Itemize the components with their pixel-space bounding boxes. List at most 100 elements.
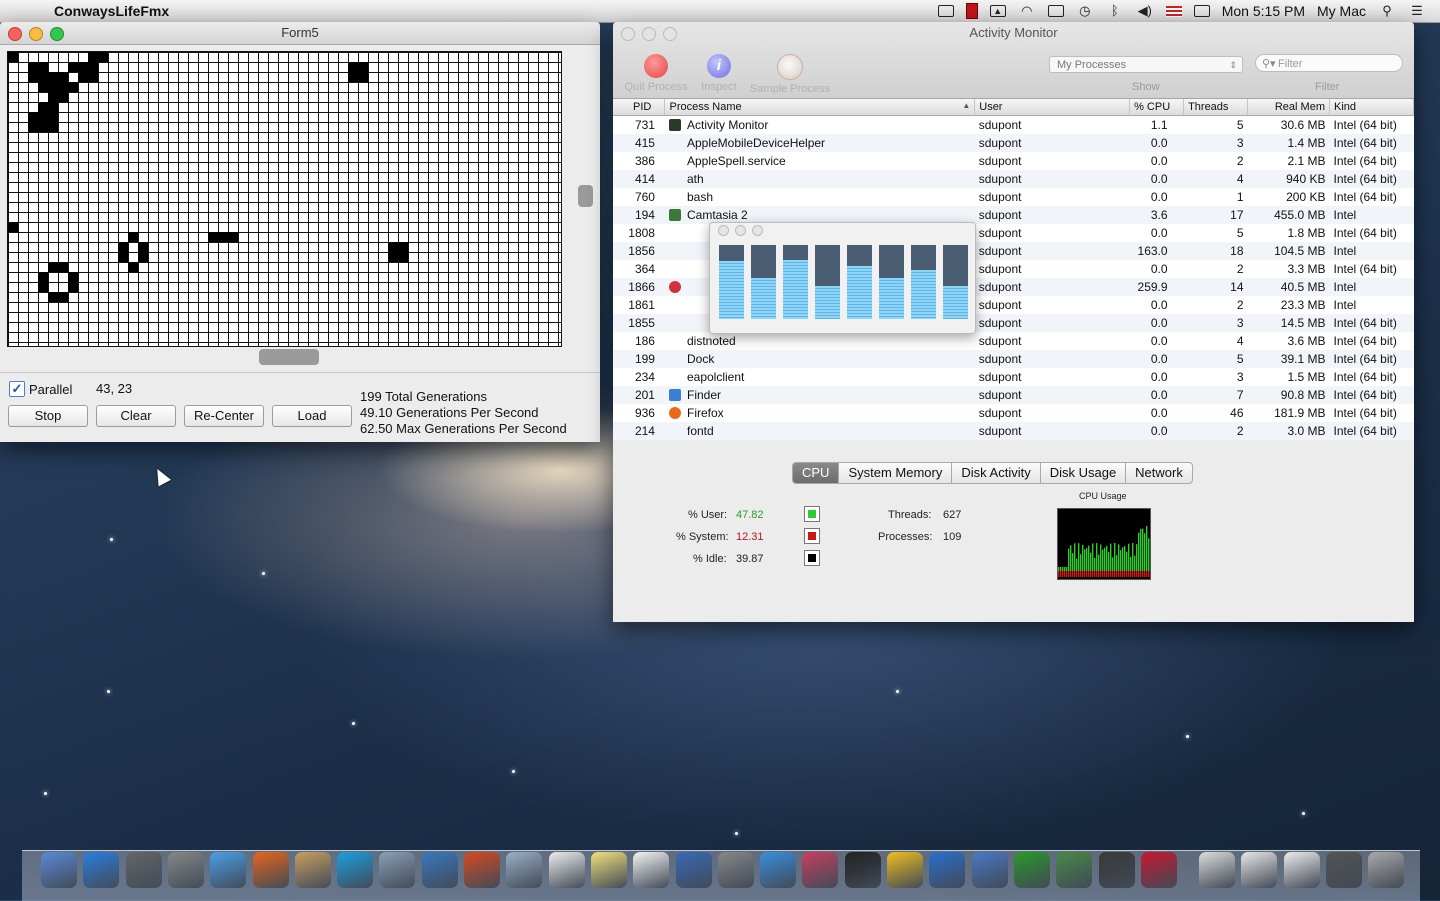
- table-row[interactable]: 186 distnoted sdupont 0.0 4 3.6 MB Intel (64 b…: [613, 332, 1414, 350]
- cpu-user-bar: [1128, 543, 1130, 571]
- screen-mirror-icon[interactable]: [937, 5, 954, 17]
- table-row[interactable]: 201 Finder sdupont 0.0 7 90.8 MB Intel (64 bit…: [613, 386, 1414, 404]
- table-row[interactable]: 214 fontd sdupont 0.0 2 3.0 MB Intel (64 bit): [613, 422, 1414, 440]
- xcode-icon[interactable]: [675, 852, 712, 888]
- word-icon[interactable]: [929, 852, 966, 888]
- meter-minimize-button[interactable]: [735, 225, 746, 236]
- menu-clock[interactable]: Mon 5:15 PM: [1222, 3, 1305, 19]
- window-icon[interactable]: [1283, 852, 1320, 888]
- meter-zoom-button[interactable]: [752, 225, 763, 236]
- table-row[interactable]: 760 bash sdupont 0.0 1 200 KB Intel (64 bit): [613, 188, 1414, 206]
- powerpoint-icon[interactable]: [464, 852, 500, 888]
- stack-icon[interactable]: [1325, 852, 1362, 888]
- sample-process-button[interactable]: Sample Process: [748, 54, 832, 95]
- contacts-icon[interactable]: [294, 852, 331, 888]
- firefox-icon[interactable]: [252, 852, 289, 888]
- close-button[interactable]: [8, 27, 22, 41]
- column-header-cpu[interactable]: % CPU: [1129, 99, 1185, 116]
- app-menu-name[interactable]: ConwaysLifeFmx: [54, 3, 169, 19]
- clear-button[interactable]: Clear: [96, 405, 176, 427]
- idle-color-swatch[interactable]: [804, 550, 820, 566]
- life-grid[interactable]: [7, 51, 562, 347]
- filter-caption: Filter: [1315, 81, 1340, 93]
- document-icon[interactable]: [1199, 852, 1235, 888]
- parallel-checkbox[interactable]: ✓: [9, 381, 25, 397]
- column-header-real-mem[interactable]: Real Mem: [1247, 99, 1330, 116]
- photobooth-icon[interactable]: [802, 852, 839, 888]
- system-info-icon[interactable]: [125, 852, 162, 888]
- time-machine-icon[interactable]: ◷: [1076, 4, 1094, 18]
- activity-monitor-icon[interactable]: [1098, 852, 1135, 888]
- calendar-icon[interactable]: [548, 852, 585, 888]
- quit-process-button[interactable]: Quit Process: [621, 54, 691, 93]
- mail-icon[interactable]: [506, 852, 543, 888]
- trash-icon[interactable]: [1368, 852, 1405, 888]
- load-button[interactable]: Load: [272, 405, 352, 427]
- vertical-scroll-thumb[interactable]: [578, 185, 593, 207]
- alarm-clock-icon[interactable]: [971, 852, 1008, 888]
- virtualbox-icon[interactable]: [421, 852, 458, 888]
- tab-disk-activity[interactable]: Disk Activity: [952, 463, 1041, 483]
- inspect-button[interactable]: i Inspect: [697, 54, 741, 93]
- input-source-flag-icon[interactable]: [1165, 5, 1182, 17]
- file-icon[interactable]: [1241, 852, 1278, 888]
- column-header-threads[interactable]: Threads: [1183, 99, 1249, 116]
- finder-icon[interactable]: [41, 852, 77, 888]
- system-preferences-icon[interactable]: [717, 852, 754, 888]
- filter-search-field[interactable]: ⚲▾ Filter: [1255, 54, 1403, 72]
- tab-network[interactable]: Network: [1126, 463, 1192, 483]
- minimize-button[interactable]: [29, 27, 43, 41]
- table-row[interactable]: 386 AppleSpell.service sdupont 0.0 2 2.1 MB In…: [613, 152, 1414, 170]
- notification-center-icon[interactable]: ☰: [1408, 4, 1426, 18]
- display-icon[interactable]: [1193, 5, 1210, 17]
- tab-cpu[interactable]: CPU: [793, 463, 840, 483]
- form5-titlebar[interactable]: Form5: [0, 22, 600, 45]
- embarcadero-icon[interactable]: [1140, 852, 1177, 888]
- launchpad-icon[interactable]: [167, 852, 204, 888]
- column-header-process-name[interactable]: Process Name ▲: [664, 99, 976, 116]
- volume-icon[interactable]: ◀): [1136, 4, 1154, 18]
- filter-placeholder: Filter: [1278, 58, 1303, 70]
- tab-system-memory[interactable]: System Memory: [839, 463, 953, 483]
- spotlight-icon[interactable]: ⚲: [1378, 4, 1396, 18]
- wifi-icon[interactable]: ◠: [1018, 4, 1036, 18]
- horizontal-scroll-thumb[interactable]: [259, 349, 319, 365]
- battery-icon[interactable]: [1047, 5, 1064, 17]
- table-row[interactable]: 414 ath sdupont 0.0 4 940 KB Intel (64 bit): [613, 170, 1414, 188]
- cell-threads: 18: [1183, 242, 1248, 260]
- meter-close-button[interactable]: [718, 225, 729, 236]
- skype-icon[interactable]: [337, 852, 374, 888]
- excel-icon[interactable]: [1013, 852, 1050, 888]
- stop-button[interactable]: Stop: [8, 405, 88, 427]
- table-row[interactable]: 415 AppleMobileDeviceHelper sdupont 0.0 3 1.4…: [613, 134, 1414, 152]
- terminal-icon[interactable]: [844, 852, 881, 888]
- notes-icon[interactable]: [590, 852, 627, 888]
- user-color-swatch[interactable]: [804, 506, 820, 522]
- column-header-kind[interactable]: Kind: [1329, 99, 1414, 116]
- column-header-pid[interactable]: PID: [613, 99, 666, 116]
- table-row[interactable]: 731 Activity Monitor sdupont 1.1 5 30.6 MB Int…: [613, 115, 1414, 134]
- table-row[interactable]: 936 Firefox sdupont 0.0 46 181.9 MB Intel (64 …: [613, 404, 1414, 422]
- system-color-swatch[interactable]: [804, 528, 820, 544]
- outlook-icon[interactable]: [887, 852, 923, 888]
- cpu-system-bar: [1072, 571, 1074, 577]
- recenter-button[interactable]: Re-Center: [184, 405, 264, 427]
- cell-real-mem: 30.6 MB: [1247, 115, 1330, 134]
- table-row[interactable]: 234 eapolclient sdupont 0.0 3 1.5 MB Intel (64…: [613, 368, 1414, 386]
- zoom-button[interactable]: [50, 27, 64, 41]
- itunes-icon[interactable]: [210, 852, 247, 888]
- table-row[interactable]: 199 Dock sdupont 0.0 5 39.1 MB Intel (64 bit): [613, 350, 1414, 368]
- menu-user[interactable]: My Mac: [1317, 3, 1366, 19]
- apple-menu-icon[interactable]: [20, 3, 36, 19]
- bluetooth-icon[interactable]: ᛒ: [1106, 4, 1124, 18]
- app-store-icon[interactable]: [83, 852, 120, 888]
- textedit-icon[interactable]: [633, 852, 670, 888]
- column-header-user[interactable]: User: [974, 99, 1131, 116]
- iphoto-icon[interactable]: [379, 852, 416, 888]
- record-indicator-icon[interactable]: [965, 3, 978, 19]
- airplay-icon[interactable]: ▲: [989, 5, 1006, 17]
- safari-icon[interactable]: [760, 852, 797, 888]
- tab-disk-usage[interactable]: Disk Usage: [1041, 463, 1127, 483]
- show-process-dropdown[interactable]: My Processes ⇕: [1049, 56, 1243, 73]
- camtasia-icon[interactable]: [1056, 852, 1093, 888]
